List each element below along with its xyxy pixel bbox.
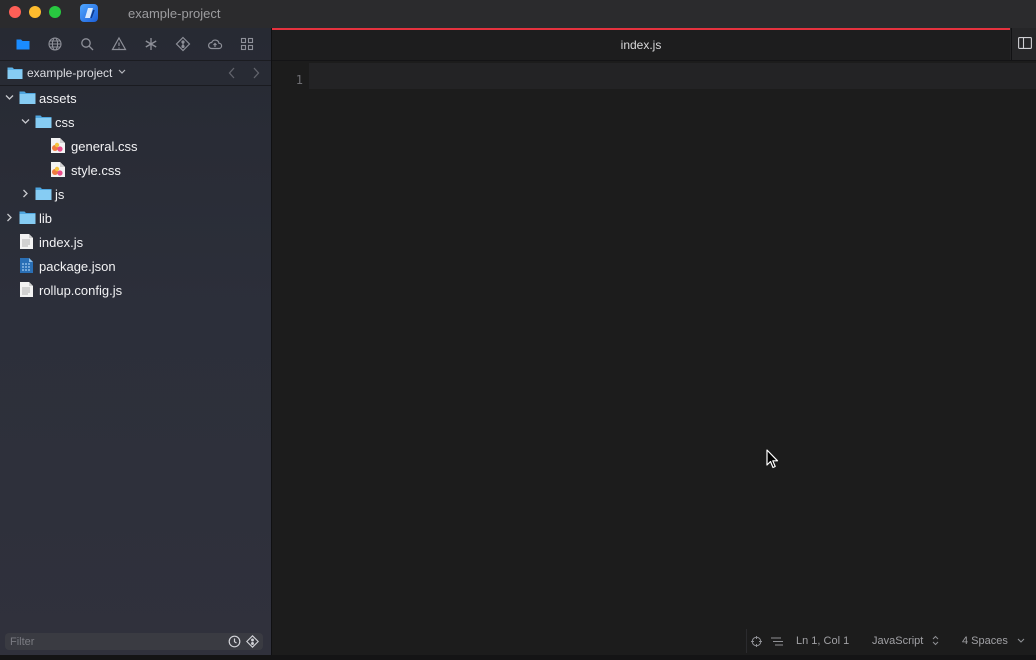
- status-bar: Ln 1, Col 1 JavaScript 4 Spaces: [746, 629, 1036, 653]
- tree-item-assets[interactable]: assets: [0, 86, 271, 110]
- css-file-icon: [51, 138, 65, 153]
- git-diamond-icon[interactable]: [246, 635, 259, 648]
- line-gutter: 1: [272, 61, 308, 621]
- git-diamond-icon[interactable]: [175, 36, 191, 52]
- window-title: example-project: [128, 6, 221, 21]
- chevron-right-icon[interactable]: [5, 213, 14, 222]
- app-logo-icon: [80, 4, 98, 22]
- tree-item-style-css[interactable]: style.css: [0, 158, 271, 182]
- css-file-icon: [51, 162, 65, 177]
- tab-index-js[interactable]: index.js: [272, 28, 1010, 60]
- search-icon[interactable]: [79, 36, 95, 52]
- folder-icon: [35, 187, 52, 200]
- tree-item-label: assets: [39, 91, 77, 106]
- title-bar: example-project: [0, 0, 1036, 28]
- outline-icon[interactable]: [771, 637, 783, 646]
- line-number: 1: [295, 73, 303, 87]
- app-window: example-project example-project assets c…: [0, 0, 1036, 660]
- tree-item-label: style.css: [71, 163, 121, 178]
- folder-icon: [7, 67, 23, 79]
- language-selector[interactable]: JavaScript: [872, 635, 923, 647]
- tree-item-css[interactable]: css: [0, 110, 271, 134]
- project-header[interactable]: example-project: [0, 61, 271, 86]
- tree-item-label: index.js: [39, 235, 84, 250]
- chevron-down-icon[interactable]: [1017, 638, 1025, 644]
- tree-item-label: package.json: [39, 259, 116, 274]
- folder-icon: [19, 91, 36, 104]
- tree-item-package-json[interactable]: package.json: [0, 254, 271, 278]
- zoom-window-button[interactable]: [49, 6, 61, 18]
- chevron-down-icon[interactable]: [21, 117, 30, 126]
- globe-icon[interactable]: [47, 36, 63, 52]
- tree-item-label: lib: [39, 211, 53, 226]
- clock-icon[interactable]: [228, 635, 241, 648]
- editor-pane: index.js 1 Ln 1, Col 1 JavaScript 4 Spac…: [272, 28, 1036, 660]
- json-file-icon: [20, 258, 33, 273]
- tree-item-label: css: [55, 115, 75, 130]
- project-name: example-project: [27, 66, 113, 80]
- asterisk-icon[interactable]: [143, 36, 159, 52]
- chevron-right-icon[interactable]: [252, 67, 260, 79]
- filter-input[interactable]: [5, 633, 225, 650]
- folder-icon: [19, 211, 36, 224]
- chevron-down-icon[interactable]: [118, 69, 126, 75]
- grid-icon[interactable]: [239, 36, 255, 52]
- window-bottom-edge: [0, 655, 1036, 660]
- tree-item-index-js[interactable]: index.js: [0, 230, 271, 254]
- mouse-pointer-icon: [766, 449, 779, 469]
- sidebar-toolbar: [0, 28, 271, 61]
- chevron-updown-icon[interactable]: [932, 635, 939, 646]
- close-window-button[interactable]: [9, 6, 21, 18]
- folder-icon: [35, 115, 52, 128]
- sidebar-toggle-icon: [1018, 37, 1032, 49]
- tree-item-js[interactable]: js: [0, 182, 271, 206]
- tree-item-label: js: [55, 187, 65, 202]
- tab-label: index.js: [620, 38, 662, 52]
- sidebar: example-project assets css general.css s…: [0, 28, 272, 660]
- status-divider: [746, 629, 747, 653]
- indentation-selector[interactable]: 4 Spaces: [962, 635, 1008, 647]
- chevron-down-icon[interactable]: [5, 93, 14, 102]
- current-line-highlight[interactable]: [309, 63, 1036, 89]
- minimize-window-button[interactable]: [29, 6, 41, 18]
- tab-bar: index.js: [272, 28, 1036, 61]
- tree-item-rollup-config-js[interactable]: rollup.config.js: [0, 278, 271, 302]
- tree-item-general-css[interactable]: general.css: [0, 134, 271, 158]
- split-view-button[interactable]: [1011, 28, 1036, 60]
- chevron-right-icon[interactable]: [21, 189, 30, 198]
- filter-box: [5, 633, 263, 650]
- chevron-left-icon[interactable]: [228, 67, 236, 79]
- tree-item-lib[interactable]: lib: [0, 206, 271, 230]
- text-file-icon: [20, 282, 33, 297]
- warning-icon[interactable]: [111, 36, 127, 52]
- cloud-icon[interactable]: [207, 36, 223, 52]
- crosshair-icon[interactable]: [751, 636, 762, 647]
- tree-item-label: general.css: [71, 139, 138, 154]
- folder-icon[interactable]: [15, 36, 31, 52]
- text-file-icon: [20, 234, 33, 249]
- cursor-position[interactable]: Ln 1, Col 1: [796, 635, 849, 647]
- tree-item-label: rollup.config.js: [39, 283, 123, 298]
